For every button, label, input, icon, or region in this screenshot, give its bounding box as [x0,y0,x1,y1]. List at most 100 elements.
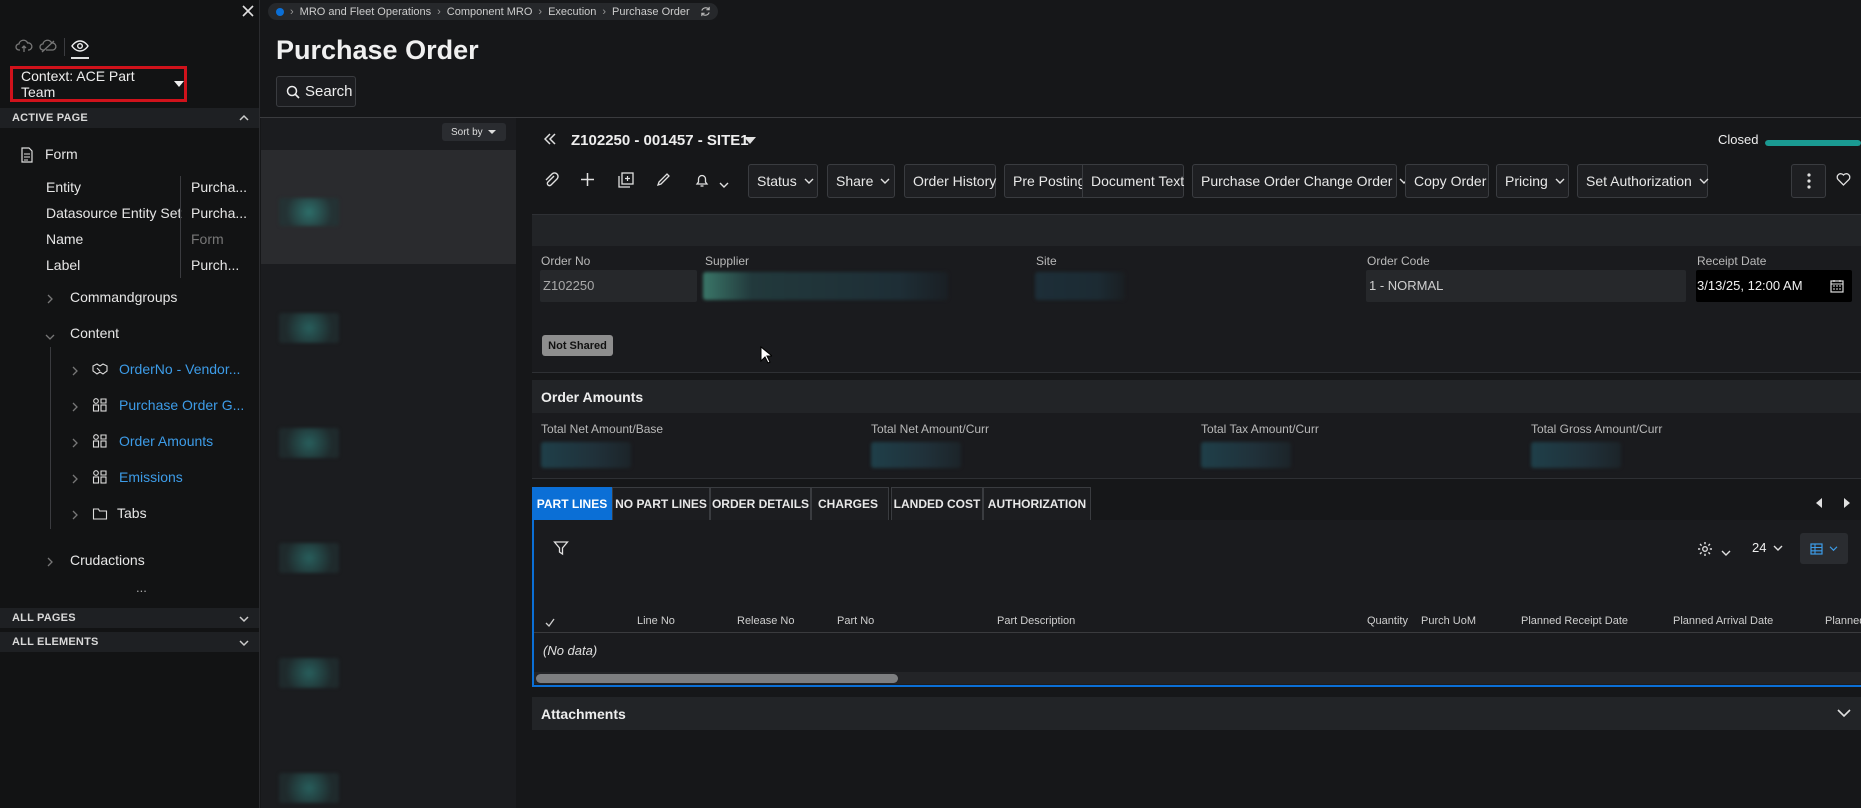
select-all-check-icon[interactable] [545,615,555,630]
tab-scroll-left-icon[interactable] [1816,498,1822,508]
chevron-right-icon[interactable] [71,472,79,487]
scrollbar-thumb[interactable] [536,674,898,683]
pricing-menu-button[interactable]: Pricing [1496,164,1569,198]
set-authorization-button[interactable]: Set Authorization [1577,164,1709,198]
breadcrumb-item[interactable]: Purchase Order [612,6,690,18]
tree-commandgroups[interactable]: Commandgroups [70,289,177,305]
column-header-quantity[interactable]: Quantity [1367,615,1408,627]
grid-empty-text: (No data) [543,643,598,658]
all-elements-header[interactable]: ALL ELEMENTS [0,632,259,652]
document-text-button[interactable]: Document Text [1082,164,1184,198]
column-header-planned[interactable]: Planned [1825,615,1861,627]
tree-orderno-vendor[interactable]: OrderNo - Vendor... [119,361,240,377]
duplicate-icon[interactable] [618,172,634,191]
more-options-button[interactable] [1791,164,1826,198]
site-field[interactable] [1035,272,1125,300]
tree-tabs[interactable]: Tabs [117,505,147,521]
view-mode-button[interactable] [1800,533,1848,564]
breadcrumb-item[interactable]: Component MRO [447,6,533,18]
edit-pencil-icon[interactable] [656,172,671,190]
chevron-right-icon[interactable] [71,364,79,379]
sort-by-button[interactable]: Sort by [442,123,506,141]
favorite-heart-icon[interactable] [1836,172,1851,189]
chevron-right-icon[interactable] [46,292,54,307]
column-header-part-description[interactable]: Part Description [997,615,1075,627]
search-button[interactable]: Search [276,76,356,107]
tree-more-ellipsis[interactable]: ... [136,580,147,595]
group-icon [92,469,108,488]
tree-content[interactable]: Content [70,325,119,341]
po-change-order-button[interactable]: Purchase Order Change Order [1192,164,1409,198]
property-divider [180,176,181,278]
page-size-selector[interactable]: 24 [1752,540,1783,555]
tab-label: LANDED COST [893,497,981,511]
list-item[interactable] [279,658,339,688]
supplier-field[interactable] [703,272,948,300]
breadcrumb: › MRO and Fleet Operations › Component M… [268,3,718,20]
attachments-section[interactable]: Attachments [532,697,1861,730]
breadcrumb-item[interactable]: Execution [548,6,596,18]
record-selector-caret-icon[interactable] [744,137,756,144]
eye-icon[interactable] [71,38,89,54]
refresh-icon[interactable] [700,6,711,17]
column-header-planned-receipt-date[interactable]: Planned Receipt Date [1521,615,1628,627]
tab-landed-cost[interactable]: LANDED COST [891,487,983,520]
close-icon[interactable] [240,3,256,19]
home-dot-icon[interactable] [276,7,284,16]
collapse-left-icon[interactable] [543,133,556,148]
property-key-entity: Entity [46,179,82,195]
list-item[interactable] [279,428,339,458]
tab-part-lines[interactable]: PART LINES [532,487,612,520]
receipt-date-field[interactable]: 3/13/25, 12:00 AM [1696,270,1852,302]
calendar-icon[interactable] [1830,279,1844,296]
tree-order-amounts[interactable]: Order Amounts [119,433,213,449]
cloud-upload-icon[interactable] [15,38,33,54]
add-icon[interactable] [580,172,595,190]
status-menu-button[interactable]: Status [748,164,818,198]
column-header-release-no[interactable]: Release No [737,615,794,627]
cloud-off-icon[interactable] [39,38,57,54]
chevron-down-icon [239,638,249,650]
list-item[interactable] [279,543,339,573]
settings-gear-icon[interactable] [1697,541,1713,560]
breadcrumb-item[interactable]: MRO and Fleet Operations [300,6,431,18]
tab-order-details[interactable]: ORDER DETAILS [710,487,811,520]
order-amounts-title: Order Amounts [541,389,644,405]
tree-purchase-order-group[interactable]: Purchase Order G... [119,397,244,413]
chevron-down-icon[interactable] [719,177,729,192]
tab-no-part-lines[interactable]: NO PART LINES [612,487,710,520]
tab-charges[interactable]: CHARGES [811,487,889,520]
column-header-planned-arrival-date[interactable]: Planned Arrival Date [1673,615,1773,627]
copy-order-button[interactable]: Copy Order [1405,164,1489,198]
chevron-right-icon[interactable] [71,436,79,451]
column-header-line-no[interactable]: Line No [637,615,675,627]
tree-emissions[interactable]: Emissions [119,469,183,485]
column-header-purch-uom[interactable]: Purch UoM [1421,615,1476,627]
pre-posting-button[interactable]: Pre Posting [1004,164,1085,198]
order-amounts-header[interactable]: Order Amounts [532,380,1861,413]
form-node[interactable]: Form [45,146,78,162]
list-item[interactable] [279,773,339,803]
all-pages-header[interactable]: ALL PAGES [0,608,259,628]
chevron-right-icon[interactable] [71,400,79,415]
chevron-down-icon[interactable] [45,329,55,344]
context-selector[interactable]: Context: ACE Part Team [10,66,187,102]
active-page-header[interactable]: ACTIVE PAGE [0,108,259,128]
filter-icon[interactable] [553,540,569,559]
grid-horizontal-scrollbar[interactable] [534,672,1861,684]
chevron-right-icon[interactable] [46,555,54,570]
tab-scroll-right-icon[interactable] [1844,498,1850,508]
column-header-part-no[interactable]: Part No [837,615,874,627]
chevron-down-icon[interactable] [1721,545,1731,560]
list-item[interactable] [279,313,339,343]
tab-authorization[interactable]: AUTHORIZATION [983,487,1091,520]
bell-icon[interactable] [694,172,710,191]
attach-icon[interactable] [543,172,559,191]
tree-crudactions[interactable]: Crudactions [70,552,145,568]
list-item[interactable] [279,198,339,226]
order-code-field[interactable]: 1 - NORMAL [1366,270,1686,302]
chevron-right-icon[interactable] [71,508,79,523]
order-history-button[interactable]: Order History [904,164,996,198]
share-menu-button[interactable]: Share [827,164,895,198]
receipt-date-value: 3/13/25, 12:00 AM [1697,278,1803,293]
